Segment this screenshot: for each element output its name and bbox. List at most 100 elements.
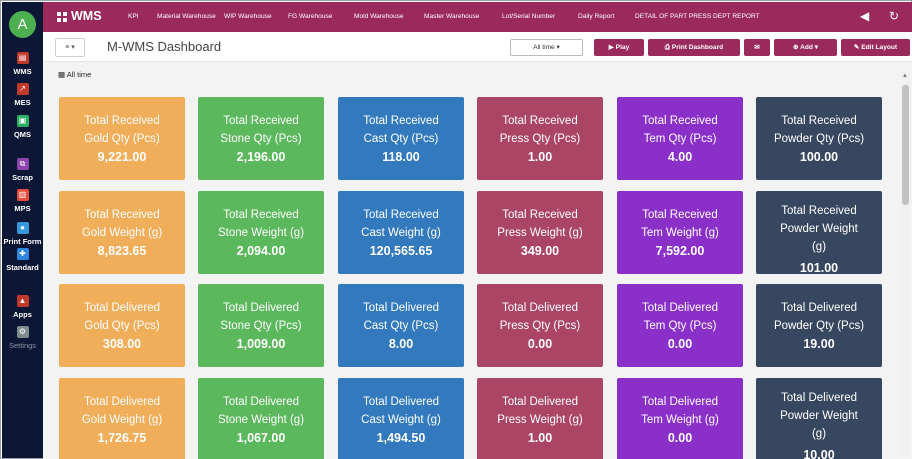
- kpi-card[interactable]: Total Received Powder Weight (g) 101.00: [756, 191, 882, 274]
- kpi-card-value: 9,221.00: [97, 150, 147, 164]
- kpi-card-subtitle: Stone Qty (Pcs): [220, 320, 302, 332]
- kpi-card-subtitle: Cast Weight (g): [361, 227, 441, 239]
- nav-mold-warehouse[interactable]: Mold Warehouse: [354, 13, 404, 20]
- sidebar-item-wms[interactable]: ▤ WMS: [2, 52, 43, 76]
- kpi-card-subtitle: Press Qty (Pcs): [499, 133, 581, 145]
- kpi-card-value: 7,592.00: [655, 244, 705, 258]
- refresh-icon[interactable]: ↻: [889, 9, 899, 23]
- kpi-card[interactable]: Total Received Gold Qty (Pcs) 9,221.00: [59, 97, 185, 180]
- kpi-card-subtitle: Stone Qty (Pcs): [220, 133, 302, 145]
- dashboard-content: Total Received Gold Qty (Pcs) 9,221.00 Tota…: [43, 62, 912, 459]
- kpi-card-value: 101.00: [799, 261, 839, 274]
- kpi-card[interactable]: Total Delivered Gold Weight (g) 1,726.75: [59, 378, 185, 459]
- kpi-card-value: 8.00: [388, 337, 414, 351]
- range-label: ▦ All time: [58, 70, 92, 79]
- kpi-card-unit: (g): [811, 241, 827, 253]
- print-icon: ●: [16, 222, 29, 234]
- sidebar-item-mes[interactable]: ↗ MES: [2, 83, 43, 107]
- nav-master-warehouse[interactable]: Master Warehouse: [424, 13, 479, 20]
- brand-title[interactable]: WMS: [71, 9, 102, 23]
- kpi-card-subtitle: Press Qty (Pcs): [499, 320, 581, 332]
- kpi-card-subtitle: Cast Qty (Pcs): [363, 320, 439, 332]
- nav-material-warehouse[interactable]: Material Warehouse: [157, 13, 216, 20]
- nav-kpi[interactable]: KPI: [128, 13, 139, 20]
- kpi-card-title: Total Received: [642, 209, 718, 221]
- nav-part-press-report[interactable]: DETAIL OF PART PRESS DEPT REPORT: [635, 13, 760, 20]
- kpi-card[interactable]: Total Received Tem Qty (Pcs) 4.00: [617, 97, 743, 180]
- kpi-card-subtitle: Stone Weight (g): [217, 414, 305, 426]
- kpi-card-value: 8,823.65: [97, 244, 147, 258]
- kpi-card[interactable]: Total Delivered Press Weight (g) 1.00: [477, 378, 603, 459]
- sidebar-item-scrap[interactable]: ⧉ Scrap: [2, 158, 43, 182]
- warehouse-icon: ▤: [16, 52, 29, 64]
- edit-layout-button[interactable]: ✎ Edit Layout: [841, 39, 910, 56]
- kpi-card[interactable]: Total Received Tem Weight (g) 7,592.00: [617, 191, 743, 274]
- sidebar-item-standard[interactable]: ✚ Standard: [2, 248, 43, 272]
- notification-icon[interactable]: ◀: [860, 9, 869, 23]
- nav-fg-warehouse[interactable]: FG Warehouse: [288, 13, 332, 20]
- sidebar-item-label: MPS: [14, 204, 31, 213]
- kpi-card[interactable]: Total Delivered Tem Qty (Pcs) 0.00: [617, 284, 743, 367]
- mail-button[interactable]: ✉: [744, 39, 770, 56]
- page-title: M-WMS Dashboard: [107, 39, 222, 54]
- kpi-card[interactable]: Total Delivered Gold Qty (Pcs) 308.00: [59, 284, 185, 367]
- kpi-card[interactable]: Total Delivered Cast Qty (Pcs) 8.00: [338, 284, 464, 367]
- standard-icon: ✚: [16, 248, 29, 260]
- schedule-icon: ▥: [16, 189, 29, 201]
- kpi-card[interactable]: Total Received Gold Weight (g) 8,823.65: [59, 191, 185, 274]
- scrap-icon: ⧉: [16, 158, 29, 170]
- sidebar-item-print-form[interactable]: ● Print Form: [2, 222, 43, 246]
- sidebar-item-label: MES: [14, 98, 31, 107]
- scroll-thumb[interactable]: [902, 85, 909, 205]
- nav-wip-warehouse[interactable]: WIP Warehouse: [224, 13, 272, 20]
- avatar[interactable]: A: [9, 11, 36, 38]
- kpi-card-title: Total Received: [781, 115, 857, 127]
- kpi-card-value: 2,196.00: [236, 150, 286, 164]
- time-filter-dropdown[interactable]: All time ▾: [510, 39, 583, 56]
- sidebar-item-label: QMS: [13, 130, 32, 139]
- scrollbar[interactable]: ▲: [901, 71, 910, 457]
- kpi-card[interactable]: Total Delivered Press Qty (Pcs) 0.00: [477, 284, 603, 367]
- kpi-card-value: 10.00: [803, 448, 835, 459]
- kpi-card[interactable]: Total Received Powder Qty (Pcs) 100.00: [756, 97, 882, 180]
- add-button[interactable]: ⊕ Add ▾: [774, 39, 837, 56]
- kpi-card[interactable]: Total Received Stone Weight (g) 2,094.00: [198, 191, 324, 274]
- kpi-card-subtitle: Powder Weight: [780, 223, 858, 235]
- kpi-card[interactable]: Total Received Press Weight (g) 349.00: [477, 191, 603, 274]
- kpi-card-value: 4.00: [667, 150, 693, 164]
- nav-lot-serial-number[interactable]: Lot/Serial Number: [502, 13, 555, 20]
- app-frame: A ▤ WMS ↗ MES ▣ QMS ⧉ Scrap ▥ MPS ● Print Form ✚ Stan…: [0, 0, 912, 459]
- kpi-card-title: Total Delivered: [501, 302, 579, 314]
- kpi-card[interactable]: Total Received Stone Qty (Pcs) 2,196.00: [198, 97, 324, 180]
- sidebar-item-apps[interactable]: ▲ Apps: [2, 295, 43, 319]
- kpi-card-subtitle: Gold Weight (g): [81, 227, 163, 239]
- kpi-card[interactable]: Total Received Cast Weight (g) 120,565.65: [338, 191, 464, 274]
- kpi-card-value: 1,009.00: [236, 337, 286, 351]
- filter-dropdown[interactable]: ≡ ▾: [55, 38, 85, 57]
- kpi-card-value: 1,726.75: [97, 431, 147, 445]
- kpi-card[interactable]: Total Received Cast Qty (Pcs) 118.00: [338, 97, 464, 180]
- play-button[interactable]: ▶ Play: [594, 39, 644, 56]
- kpi-card[interactable]: Total Delivered Tem Weight (g) 0.00: [617, 378, 743, 459]
- kpi-card-title: Total Delivered: [780, 302, 858, 314]
- scroll-up-icon[interactable]: ▲: [902, 73, 908, 79]
- kpi-card[interactable]: Total Delivered Cast Weight (g) 1,494.50: [338, 378, 464, 459]
- sidebar-item-qms[interactable]: ▣ QMS: [2, 115, 43, 139]
- print-dashboard-button[interactable]: ⎙ Print Dashboard: [648, 39, 740, 56]
- kpi-card[interactable]: Total Received Press Qty (Pcs) 1.00: [477, 97, 603, 180]
- kpi-card[interactable]: Total Delivered Stone Qty (Pcs) 1,009.00: [198, 284, 324, 367]
- kpi-card[interactable]: Total Delivered Powder Weight (g) 10.00: [756, 378, 882, 459]
- kpi-card-value: 1.00: [527, 150, 553, 164]
- kpi-card-title: Total Received: [502, 115, 578, 127]
- kpi-card[interactable]: Total Delivered Stone Weight (g) 1,067.00: [198, 378, 324, 459]
- sidebar-item-mps[interactable]: ▥ MPS: [2, 189, 43, 213]
- sidebar: A ▤ WMS ↗ MES ▣ QMS ⧉ Scrap ▥ MPS ● Print Form ✚ Stan…: [2, 2, 43, 458]
- sidebar-item-settings[interactable]: ⚙ Settings: [2, 326, 43, 350]
- kpi-card[interactable]: Total Delivered Powder Qty (Pcs) 19.00: [756, 284, 882, 367]
- nav-daily-report[interactable]: Daily Report: [578, 13, 614, 20]
- kpi-card-subtitle: Tem Qty (Pcs): [643, 320, 717, 332]
- sidebar-item-label: Scrap: [12, 173, 33, 182]
- apps-icon: ▲: [16, 295, 29, 307]
- grid-icon[interactable]: [57, 12, 67, 22]
- range-label-text: All time: [66, 70, 92, 79]
